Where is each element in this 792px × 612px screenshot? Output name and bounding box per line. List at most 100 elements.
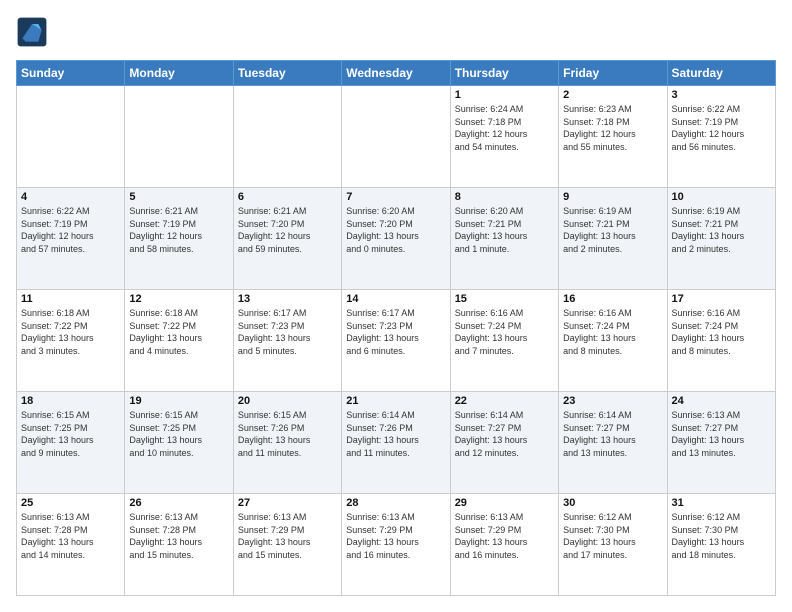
calendar-cell: 3 Sunrise: 6:22 AM Sunset: 7:19 PM Daylig…	[667, 86, 775, 188]
day-header-friday: Friday	[559, 61, 667, 86]
calendar-table: SundayMondayTuesdayWednesdayThursdayFrid…	[16, 60, 776, 596]
day-number: 15	[455, 293, 554, 305]
day-number: 14	[346, 293, 445, 305]
day-info: Sunrise: 6:13 AM Sunset: 7:29 PM Dayligh…	[455, 511, 554, 561]
calendar-cell: 15 Sunrise: 6:16 AM Sunset: 7:24 PM Dayli…	[450, 290, 558, 392]
calendar-cell: 10Sunrise: 6:19 AM Sunset: 7:21 PM Dayli…	[667, 188, 775, 290]
day-number: 10	[672, 191, 771, 203]
day-info: Sunrise: 6:18 AM Sunset: 7:22 PM Dayligh…	[21, 307, 120, 357]
day-number: 19	[129, 395, 228, 407]
calendar-week-2: 4 Sunrise: 6:22 AM Sunset: 7:19 PM Daylig…	[17, 188, 776, 290]
day-info: Sunrise: 6:14 AM Sunset: 7:27 PM Dayligh…	[455, 409, 554, 459]
day-info: Sunrise: 6:13 AM Sunset: 7:27 PM Dayligh…	[672, 409, 771, 459]
day-number: 12	[129, 293, 228, 305]
day-number: 4	[21, 191, 120, 203]
calendar-week-1: 1Sunrise: 6:24 AM Sunset: 7:18 PM Daylig…	[17, 86, 776, 188]
calendar-cell: 12 Sunrise: 6:18 AM Sunset: 7:22 PM Dayli…	[125, 290, 233, 392]
day-info: Sunrise: 6:17 AM Sunset: 7:23 PM Dayligh…	[238, 307, 337, 357]
day-header-sunday: Sunday	[17, 61, 125, 86]
day-info: Sunrise: 6:21 AM Sunset: 7:20 PM Dayligh…	[238, 205, 337, 255]
calendar-cell: 27Sunrise: 6:13 AM Sunset: 7:29 PM Dayli…	[233, 494, 341, 596]
day-number: 13	[238, 293, 337, 305]
day-number: 9	[563, 191, 662, 203]
day-number: 31	[672, 497, 771, 509]
day-info: Sunrise: 6:19 AM Sunset: 7:21 PM Dayligh…	[563, 205, 662, 255]
day-number: 7	[346, 191, 445, 203]
day-number: 8	[455, 191, 554, 203]
calendar-cell: 14 Sunrise: 6:17 AM Sunset: 7:23 PM Dayli…	[342, 290, 450, 392]
day-info: Sunrise: 6:20 AM Sunset: 7:21 PM Dayligh…	[455, 205, 554, 255]
day-header-monday: Monday	[125, 61, 233, 86]
day-info: Sunrise: 6:12 AM Sunset: 7:30 PM Dayligh…	[672, 511, 771, 561]
calendar-cell: 1Sunrise: 6:24 AM Sunset: 7:18 PM Daylig…	[450, 86, 558, 188]
day-info: Sunrise: 6:13 AM Sunset: 7:28 PM Dayligh…	[129, 511, 228, 561]
day-header-saturday: Saturday	[667, 61, 775, 86]
day-info: Sunrise: 6:20 AM Sunset: 7:20 PM Dayligh…	[346, 205, 445, 255]
day-number: 28	[346, 497, 445, 509]
calendar-cell: 26 Sunrise: 6:13 AM Sunset: 7:28 PM Dayli…	[125, 494, 233, 596]
day-info: Sunrise: 6:15 AM Sunset: 7:25 PM Dayligh…	[21, 409, 120, 459]
day-info: Sunrise: 6:22 AM Sunset: 7:19 PM Dayligh…	[21, 205, 120, 255]
day-header-thursday: Thursday	[450, 61, 558, 86]
day-header-wednesday: Wednesday	[342, 61, 450, 86]
calendar-cell: 21Sunrise: 6:14 AM Sunset: 7:26 PM Dayli…	[342, 392, 450, 494]
day-info: Sunrise: 6:22 AM Sunset: 7:19 PM Dayligh…	[672, 103, 771, 153]
calendar-cell: 19 Sunrise: 6:15 AM Sunset: 7:25 PM Dayli…	[125, 392, 233, 494]
day-header-tuesday: Tuesday	[233, 61, 341, 86]
day-number: 24	[672, 395, 771, 407]
calendar-cell: 9 Sunrise: 6:19 AM Sunset: 7:21 PM Daylig…	[559, 188, 667, 290]
calendar-cell	[17, 86, 125, 188]
day-number: 6	[238, 191, 337, 203]
day-info: Sunrise: 6:15 AM Sunset: 7:25 PM Dayligh…	[129, 409, 228, 459]
day-info: Sunrise: 6:18 AM Sunset: 7:22 PM Dayligh…	[129, 307, 228, 357]
header	[16, 16, 776, 48]
calendar-cell: 23Sunrise: 6:14 AM Sunset: 7:27 PM Dayli…	[559, 392, 667, 494]
day-number: 23	[563, 395, 662, 407]
calendar-header-row: SundayMondayTuesdayWednesdayThursdayFrid…	[17, 61, 776, 86]
day-info: Sunrise: 6:16 AM Sunset: 7:24 PM Dayligh…	[455, 307, 554, 357]
calendar-week-3: 11 Sunrise: 6:18 AM Sunset: 7:22 PM Dayli…	[17, 290, 776, 392]
day-info: Sunrise: 6:16 AM Sunset: 7:24 PM Dayligh…	[563, 307, 662, 357]
page: SundayMondayTuesdayWednesdayThursdayFrid…	[0, 0, 792, 612]
calendar-cell: 4 Sunrise: 6:22 AM Sunset: 7:19 PM Daylig…	[17, 188, 125, 290]
calendar-cell	[233, 86, 341, 188]
day-number: 3	[672, 89, 771, 101]
day-info: Sunrise: 6:13 AM Sunset: 7:29 PM Dayligh…	[346, 511, 445, 561]
day-info: Sunrise: 6:21 AM Sunset: 7:19 PM Dayligh…	[129, 205, 228, 255]
calendar-cell: 16Sunrise: 6:16 AM Sunset: 7:24 PM Dayli…	[559, 290, 667, 392]
calendar-cell: 8 Sunrise: 6:20 AM Sunset: 7:21 PM Daylig…	[450, 188, 558, 290]
day-number: 5	[129, 191, 228, 203]
day-info: Sunrise: 6:13 AM Sunset: 7:28 PM Dayligh…	[21, 511, 120, 561]
day-info: Sunrise: 6:12 AM Sunset: 7:30 PM Dayligh…	[563, 511, 662, 561]
calendar-cell: 20Sunrise: 6:15 AM Sunset: 7:26 PM Dayli…	[233, 392, 341, 494]
logo-icon	[16, 16, 48, 48]
calendar-cell	[342, 86, 450, 188]
calendar-cell: 2Sunrise: 6:23 AM Sunset: 7:18 PM Daylig…	[559, 86, 667, 188]
calendar-cell: 28 Sunrise: 6:13 AM Sunset: 7:29 PM Dayli…	[342, 494, 450, 596]
day-number: 20	[238, 395, 337, 407]
day-number: 26	[129, 497, 228, 509]
calendar-cell	[125, 86, 233, 188]
day-number: 2	[563, 89, 662, 101]
calendar-cell: 11 Sunrise: 6:18 AM Sunset: 7:22 PM Dayli…	[17, 290, 125, 392]
calendar-cell: 24 Sunrise: 6:13 AM Sunset: 7:27 PM Dayli…	[667, 392, 775, 494]
logo	[16, 16, 52, 48]
calendar-cell: 5 Sunrise: 6:21 AM Sunset: 7:19 PM Daylig…	[125, 188, 233, 290]
calendar-cell: 25 Sunrise: 6:13 AM Sunset: 7:28 PM Dayli…	[17, 494, 125, 596]
calendar-cell: 7 Sunrise: 6:20 AM Sunset: 7:20 PM Daylig…	[342, 188, 450, 290]
day-info: Sunrise: 6:17 AM Sunset: 7:23 PM Dayligh…	[346, 307, 445, 357]
calendar-cell: 29 Sunrise: 6:13 AM Sunset: 7:29 PM Dayli…	[450, 494, 558, 596]
day-info: Sunrise: 6:16 AM Sunset: 7:24 PM Dayligh…	[672, 307, 771, 357]
day-number: 17	[672, 293, 771, 305]
calendar-cell: 17 Sunrise: 6:16 AM Sunset: 7:24 PM Dayli…	[667, 290, 775, 392]
day-number: 25	[21, 497, 120, 509]
calendar-cell: 18Sunrise: 6:15 AM Sunset: 7:25 PM Dayli…	[17, 392, 125, 494]
calendar-week-4: 18Sunrise: 6:15 AM Sunset: 7:25 PM Dayli…	[17, 392, 776, 494]
calendar-cell: 6 Sunrise: 6:21 AM Sunset: 7:20 PM Daylig…	[233, 188, 341, 290]
calendar-cell: 22Sunrise: 6:14 AM Sunset: 7:27 PM Dayli…	[450, 392, 558, 494]
day-number: 11	[21, 293, 120, 305]
day-number: 30	[563, 497, 662, 509]
day-number: 29	[455, 497, 554, 509]
calendar-cell: 31 Sunrise: 6:12 AM Sunset: 7:30 PM Dayli…	[667, 494, 775, 596]
calendar-week-5: 25 Sunrise: 6:13 AM Sunset: 7:28 PM Dayli…	[17, 494, 776, 596]
